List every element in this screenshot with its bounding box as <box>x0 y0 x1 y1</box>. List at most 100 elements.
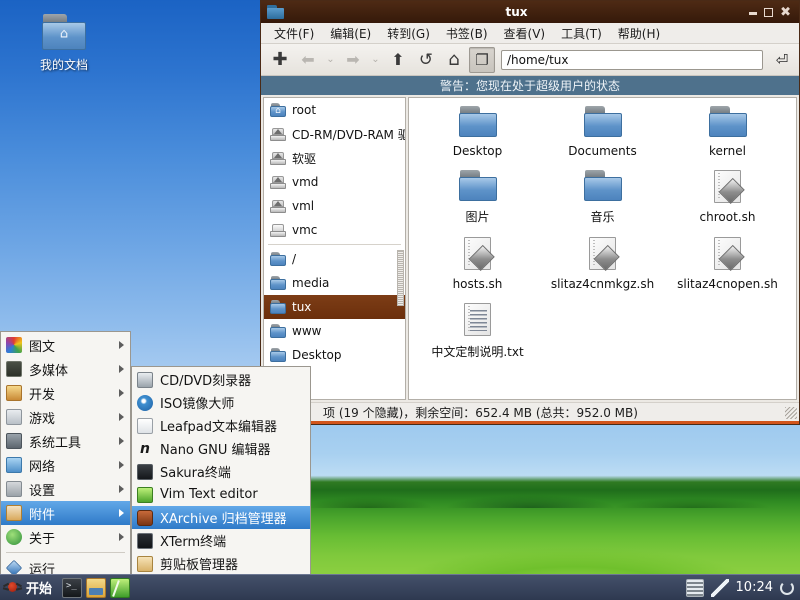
file-item[interactable]: Documents <box>540 106 665 158</box>
browser-launcher[interactable] <box>110 577 131 598</box>
file-item[interactable]: chroot.sh <box>665 170 790 225</box>
submenu-item-xarchive[interactable]: XArchive 归档管理器 <box>132 506 310 529</box>
menu-edit[interactable]: 编辑(E) <box>323 23 378 44</box>
system-tray[interactable]: 10:24 <box>685 578 800 597</box>
submenu-item-label: CD/DVD刻录器 <box>160 374 252 389</box>
file-item[interactable]: 音乐 <box>540 170 665 225</box>
file-list-view[interactable]: Desktop Documents kernel 图片 音乐 chroot.sh… <box>408 97 797 400</box>
keyboard-icon[interactable] <box>685 578 704 597</box>
submenu-item-xterm[interactable]: XTerm终端 <box>132 529 310 552</box>
sidebar-item-rootfs[interactable]: / <box>264 247 405 271</box>
file-item[interactable]: slitaz4cnmkgz.sh <box>540 237 665 291</box>
window-titlebar[interactable]: tux ✖ <box>261 1 799 23</box>
sidebar-item-www[interactable]: www <box>264 319 405 343</box>
sidebar-item-floppy[interactable]: 软驱 <box>264 146 405 170</box>
file-manager-window[interactable]: tux ✖ 文件(F) 编辑(E) 转到(G) 书签(B) 查看(V) 工具(T… <box>260 0 800 425</box>
resize-grip[interactable] <box>785 407 797 419</box>
chevron-right-icon <box>119 365 124 373</box>
folder-icon <box>270 252 286 266</box>
sidebar-item-cdrom[interactable]: CD-RM/DVD-RAM 驱动 <box>264 122 405 146</box>
file-item[interactable]: 图片 <box>415 170 540 225</box>
new-tab-button[interactable]: ✚ <box>267 47 293 73</box>
file-name: Documents <box>568 144 637 158</box>
go-button[interactable]: ⏎ <box>771 51 793 69</box>
file-item[interactable]: kernel <box>665 106 790 158</box>
sidebar-item-root[interactable]: ⌂ root <box>264 98 405 122</box>
chevron-right-icon <box>119 341 124 349</box>
forward-button[interactable]: ➡ <box>340 47 366 73</box>
submenu-item-iso-master[interactable]: ISO镜像大师 <box>132 391 310 414</box>
sidebar-item-vmc[interactable]: vmc <box>264 218 405 242</box>
accessories-submenu[interactable]: CD/DVD刻录器 ISO镜像大师 Leafpad文本编辑器 n Nano GN… <box>131 366 311 600</box>
toolbar[interactable]: ✚ ⬅ ⌄ ➡ ⌄ ⬆ ↺ ⌂ ❐ /home/tux ⏎ <box>261 44 799 76</box>
file-manager-launcher[interactable] <box>86 577 107 598</box>
folder-icon <box>270 324 286 338</box>
path-input[interactable]: /home/tux <box>501 49 763 70</box>
menu-tools[interactable]: 工具(T) <box>554 23 609 44</box>
submenu-item-nano[interactable]: n Nano GNU 编辑器 <box>132 437 310 460</box>
sidebar-item-tux[interactable]: tux <box>264 295 405 319</box>
maximize-icon[interactable] <box>764 7 774 17</box>
power-icon[interactable] <box>780 580 794 595</box>
sidebar-item-label: vml <box>292 199 315 213</box>
sidebar-item-vml[interactable]: vml <box>264 194 405 218</box>
close-icon[interactable]: ✖ <box>780 6 791 19</box>
reload-button[interactable]: ↺ <box>413 47 439 73</box>
file-item[interactable]: hosts.sh <box>415 237 540 291</box>
desktop-icon-my-documents[interactable]: ⌂ 我的文档 <box>22 14 106 73</box>
start-menu-item-label: 网络 <box>29 459 56 475</box>
submenu-item-leafpad[interactable]: Leafpad文本编辑器 <box>132 414 310 437</box>
view-toggle-button[interactable]: ❐ <box>469 46 495 73</box>
terminal-launcher[interactable]: >_ <box>62 577 83 598</box>
start-menu[interactable]: 图文 多媒体 开发 游戏 系统工具 网络 设置 附件 关于 运行 <box>0 331 131 600</box>
back-button[interactable]: ⬅ <box>295 47 321 73</box>
submenu-item-clipboard-manager[interactable]: 剪贴板管理器 <box>132 552 310 575</box>
iso-master-icon <box>137 394 153 411</box>
file-manager-body: ⌂ root CD-RM/DVD-RAM 驱动 软驱 vmd vml <box>261 95 799 402</box>
up-button[interactable]: ⬆ <box>385 47 411 73</box>
clock[interactable]: 10:24 <box>736 580 773 595</box>
file-name: hosts.sh <box>452 277 503 291</box>
floppy-drive-icon <box>270 151 286 165</box>
development-icon <box>6 385 22 401</box>
minimize-icon[interactable] <box>749 12 758 15</box>
start-menu-item-accessories[interactable]: 附件 <box>1 501 130 525</box>
submenu-item-vim[interactable]: Vim Text editor <box>132 483 310 506</box>
back-history-button[interactable]: ⌄ <box>323 47 338 73</box>
start-menu-item-about[interactable]: 关于 <box>1 525 130 549</box>
about-icon <box>6 529 22 545</box>
sidebar-item-desktop[interactable]: Desktop <box>264 343 405 367</box>
start-menu-item-graphics[interactable]: 图文 <box>1 333 130 357</box>
start-menu-item-games[interactable]: 游戏 <box>1 405 130 429</box>
menu-help[interactable]: 帮助(H) <box>611 23 667 44</box>
submenu-item-sakura-terminal[interactable]: Sakura终端 <box>132 460 310 483</box>
folder-icon <box>708 106 747 137</box>
file-item[interactable]: 中文定制说明.txt <box>415 303 540 360</box>
menu-file[interactable]: 文件(F) <box>267 23 321 44</box>
menu-bookmarks[interactable]: 书签(B) <box>439 23 495 44</box>
places-sidebar[interactable]: ⌂ root CD-RM/DVD-RAM 驱动 软驱 vmd vml <box>263 97 406 400</box>
sidebar-scrollbar[interactable] <box>397 250 404 306</box>
home-button[interactable]: ⌂ <box>441 47 467 73</box>
folder-icon <box>270 348 286 362</box>
start-button[interactable]: 开始 <box>0 575 58 600</box>
forward-history-button[interactable]: ⌄ <box>368 47 383 73</box>
start-menu-item-multimedia[interactable]: 多媒体 <box>1 357 130 381</box>
brush-icon[interactable] <box>710 578 729 597</box>
file-item[interactable]: Desktop <box>415 106 540 158</box>
sidebar-item-vmd[interactable]: vmd <box>264 170 405 194</box>
start-menu-item-network[interactable]: 网络 <box>1 453 130 477</box>
start-menu-item-settings[interactable]: 设置 <box>1 477 130 501</box>
submenu-item-cd-dvd-burner[interactable]: CD/DVD刻录器 <box>132 368 310 391</box>
file-item[interactable]: slitaz4cnopen.sh <box>665 237 790 291</box>
taskbar[interactable]: 开始 >_ 10:24 <box>0 574 800 600</box>
wallpaper-ridge <box>310 478 800 508</box>
menu-view[interactable]: 查看(V) <box>497 23 553 44</box>
menu-goto[interactable]: 转到(G) <box>380 23 437 44</box>
optical-drive-icon <box>270 199 286 213</box>
start-menu-item-system-tools[interactable]: 系统工具 <box>1 429 130 453</box>
start-menu-item-development[interactable]: 开发 <box>1 381 130 405</box>
status-text: 项 (19 个隐藏)，剩余空间：652.4 MB (总共：952.0 MB) <box>323 405 638 420</box>
sidebar-item-media[interactable]: media <box>264 271 405 295</box>
menubar[interactable]: 文件(F) 编辑(E) 转到(G) 书签(B) 查看(V) 工具(T) 帮助(H… <box>261 23 799 44</box>
